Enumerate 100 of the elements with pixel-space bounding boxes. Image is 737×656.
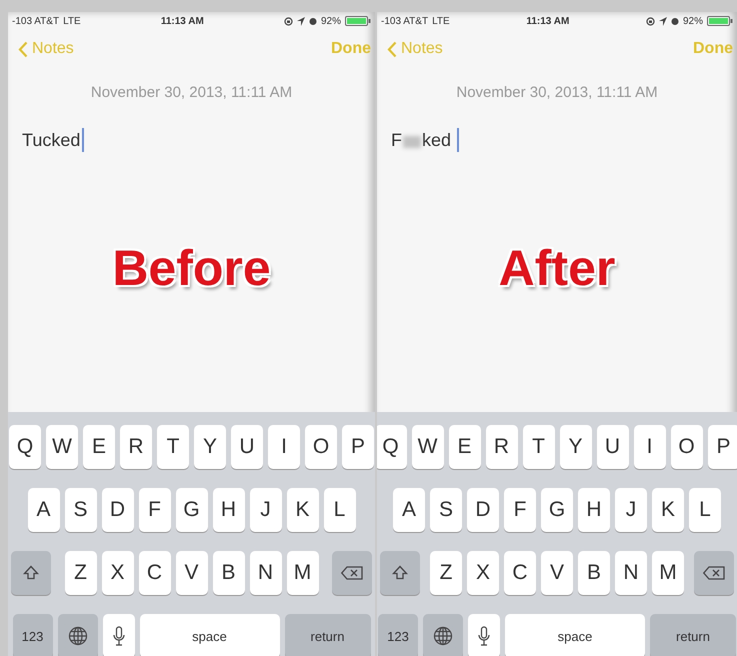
key[interactable]: B xyxy=(212,551,244,595)
key[interactable]: F xyxy=(138,488,170,532)
key[interactable]: N xyxy=(250,551,282,595)
lock-rotation-icon xyxy=(646,16,655,26)
key[interactable]: T xyxy=(157,425,189,469)
key[interactable]: L xyxy=(324,488,356,532)
note-text: F xyxy=(391,130,402,150)
key[interactable]: S xyxy=(430,488,462,532)
key[interactable]: A xyxy=(393,488,425,532)
carrier-text: -103 AT&T xyxy=(12,16,60,26)
key[interactable]: E xyxy=(448,425,480,469)
microphone-icon xyxy=(478,626,490,646)
key[interactable]: D xyxy=(467,488,499,532)
return-key[interactable]: return xyxy=(650,614,736,656)
delete-icon xyxy=(703,566,725,580)
key[interactable]: W xyxy=(412,425,444,469)
key[interactable]: G xyxy=(541,488,573,532)
key[interactable]: P xyxy=(708,425,737,469)
note-text: Tucked xyxy=(22,130,80,150)
key[interactable]: U xyxy=(231,425,263,469)
globe-key[interactable] xyxy=(58,614,98,656)
battery-icon xyxy=(706,16,733,26)
key[interactable]: X xyxy=(467,551,499,595)
shift-arrow-icon xyxy=(392,565,408,581)
delete-key[interactable] xyxy=(694,551,734,595)
key[interactable]: C xyxy=(504,551,536,595)
chevron-left-icon xyxy=(18,40,28,58)
key[interactable]: I xyxy=(634,425,666,469)
carrier-text: -103 AT&T xyxy=(381,16,428,26)
delete-icon xyxy=(341,566,363,580)
globe-icon xyxy=(433,626,453,646)
key[interactable]: J xyxy=(250,488,282,532)
numbers-key[interactable]: 123 xyxy=(378,614,418,656)
key[interactable]: Y xyxy=(194,425,226,469)
key[interactable]: K xyxy=(652,488,684,532)
note-date: November 30, 2013, 11:11 AM xyxy=(455,84,659,101)
blurred-patch xyxy=(403,136,421,148)
key[interactable]: Q xyxy=(377,425,406,469)
battery-percent-text: 92% xyxy=(320,16,341,26)
text-cursor xyxy=(82,128,84,152)
key[interactable]: N xyxy=(615,551,647,595)
battery-percent-text: 92% xyxy=(682,16,703,26)
key[interactable]: E xyxy=(83,425,115,469)
key[interactable]: D xyxy=(102,488,134,532)
key[interactable]: Z xyxy=(64,551,96,595)
key[interactable]: L xyxy=(689,488,721,532)
key[interactable]: C xyxy=(138,551,170,595)
dictation-key[interactable] xyxy=(468,614,500,656)
delete-key[interactable] xyxy=(332,551,372,595)
location-arrow-icon xyxy=(296,16,305,26)
numbers-key[interactable]: 123 xyxy=(12,614,52,656)
key[interactable]: S xyxy=(64,488,96,532)
key[interactable]: Q xyxy=(9,425,41,469)
key[interactable]: H xyxy=(578,488,610,532)
key[interactable]: V xyxy=(176,551,208,595)
key[interactable]: H xyxy=(212,488,244,532)
return-key[interactable]: return xyxy=(284,614,370,656)
key[interactable]: G xyxy=(176,488,208,532)
note-text: ked xyxy=(422,130,452,150)
key[interactable]: B xyxy=(578,551,610,595)
key[interactable]: X xyxy=(102,551,134,595)
key[interactable]: T xyxy=(522,425,554,469)
space-key[interactable]: space xyxy=(140,614,280,656)
key[interactable]: Z xyxy=(430,551,462,595)
text-cursor xyxy=(457,128,460,152)
key[interactable]: Y xyxy=(560,425,592,469)
globe-icon xyxy=(68,626,88,646)
globe-key[interactable] xyxy=(423,614,463,656)
shift-key[interactable] xyxy=(380,551,420,595)
network-text: LTE xyxy=(63,16,81,26)
shift-key[interactable] xyxy=(11,551,51,595)
clock-text: 11:13 AM xyxy=(526,16,570,26)
key[interactable]: W xyxy=(46,425,78,469)
network-text: LTE xyxy=(432,16,450,26)
clock-text: 11:13 AM xyxy=(160,16,204,26)
key[interactable]: M xyxy=(286,551,318,595)
chevron-left-icon xyxy=(387,40,397,58)
dictation-key[interactable] xyxy=(102,614,134,656)
overlay-caption: After xyxy=(498,239,616,297)
key[interactable]: A xyxy=(28,488,60,532)
key[interactable]: O xyxy=(305,425,337,469)
key[interactable]: J xyxy=(615,488,647,532)
space-key[interactable]: space xyxy=(505,614,645,656)
key[interactable]: M xyxy=(652,551,684,595)
key[interactable]: O xyxy=(670,425,702,469)
shift-arrow-icon xyxy=(23,565,39,581)
key[interactable]: I xyxy=(268,425,300,469)
key[interactable]: P xyxy=(342,425,374,469)
key[interactable]: R xyxy=(120,425,152,469)
overlay-caption: Before xyxy=(112,239,271,297)
note-date: November 30, 2013, 11:11 AM xyxy=(90,84,294,101)
key[interactable]: U xyxy=(596,425,628,469)
key[interactable]: V xyxy=(541,551,573,595)
lock-rotation-icon xyxy=(284,16,293,26)
battery-icon xyxy=(344,16,371,26)
key[interactable]: F xyxy=(504,488,536,532)
key[interactable]: K xyxy=(286,488,318,532)
microphone-icon xyxy=(112,626,124,646)
key[interactable]: R xyxy=(486,425,518,469)
location-arrow-icon xyxy=(658,16,667,26)
